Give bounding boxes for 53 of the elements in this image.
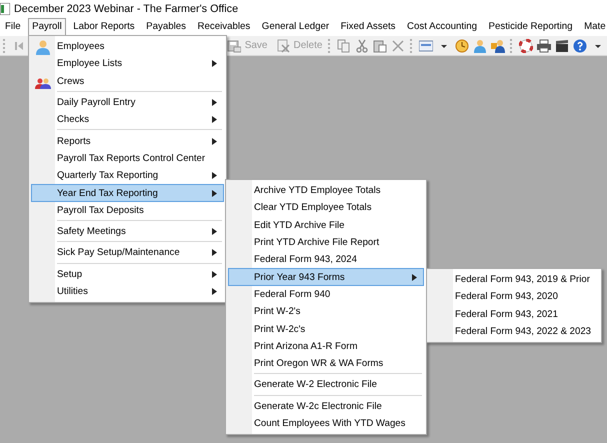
save-icon [226, 38, 241, 52]
menu-item[interactable]: Clear YTD Employee Totals [228, 199, 424, 217]
menu-item[interactable]: Sick Pay Setup/Maintenance [31, 244, 224, 262]
menu-item[interactable]: Print W-2's [228, 303, 424, 320]
menu-item[interactable]: Quarterly Tax Reporting [31, 167, 224, 184]
person-icon [35, 40, 51, 55]
menu-item[interactable]: Federal Form 943, 2024 [228, 251, 424, 268]
menu-item[interactable]: Edit YTD Archive File [228, 216, 424, 234]
menu-bar-item[interactable]: Cost Accounting [403, 18, 482, 36]
menu-item[interactable]: Count Employees With YTD Wages [228, 414, 424, 432]
printer-icon[interactable] [536, 38, 551, 52]
clock-icon[interactable] [455, 38, 470, 52]
menu-item[interactable]: Federal Form 943, 2021 [429, 306, 599, 323]
menu-item[interactable]: Print Oregon WR & WA Forms [228, 354, 424, 372]
menu-item[interactable]: Generate W-2c Electronic File [228, 398, 424, 415]
menu-item[interactable]: Generate W-2 Electronic File [228, 376, 424, 394]
menu-bar-item[interactable]: Pesticide Reporting [484, 18, 577, 36]
clapperboard-icon[interactable] [554, 38, 569, 52]
menu-item[interactable]: Prior Year 943 Forms [228, 268, 424, 286]
menu-item[interactable]: Utilities [31, 282, 224, 300]
menu-item[interactable]: Federal Form 943, 2020 [429, 288, 599, 306]
menu-item[interactable]: Safety Meetings [31, 222, 224, 240]
menu-bar-item[interactable]: Fixed Assets [336, 18, 400, 36]
window-title: December 2023 Webinar - The Farmer's Office [14, 3, 238, 15]
menu-item[interactable]: Checks [31, 111, 224, 128]
menu-item[interactable]: Federal Form 940 [228, 286, 424, 304]
menu-item[interactable]: Print W-2c's [228, 320, 424, 338]
menu-item[interactable]: Daily Payroll Entry [31, 94, 224, 112]
help-icon[interactable] [572, 38, 587, 52]
menu-item[interactable]: Print YTD Archive File Report [228, 234, 424, 252]
menu-bar-item[interactable]: File [1, 18, 25, 36]
menu-item[interactable]: Employee Lists [31, 55, 224, 73]
menu-item[interactable]: Federal Form 943, 2022 & 2023 [429, 322, 599, 340]
menu-item[interactable]: Federal Form 943, 2019 & Prior [429, 271, 599, 288]
cut-icon[interactable] [355, 38, 370, 52]
menu-bar-item[interactable]: Labor Reports [69, 18, 139, 36]
menu-bar-item[interactable]: Payables [142, 18, 190, 36]
paste-icon[interactable] [373, 38, 388, 52]
menu-item[interactable]: Setup [31, 266, 224, 283]
menu-bar-item[interactable]: General Ledger [258, 18, 334, 36]
menu-item[interactable]: Employees [31, 38, 224, 56]
menu-bar-item[interactable]: Payroll [28, 18, 66, 36]
menu-item[interactable]: Payroll Tax Reports Control Center [31, 150, 224, 168]
menu-bar-item[interactable]: Receivables [194, 18, 254, 36]
menu-item[interactable]: Print Arizona A1-R Form [228, 338, 424, 355]
delete-icon [276, 38, 290, 52]
menu-item[interactable]: Reports [31, 132, 224, 150]
menu-item[interactable]: Archive YTD Employee Totals [228, 182, 424, 200]
menu-item[interactable]: Crews [31, 72, 224, 90]
menu-item[interactable]: Year End Tax Reporting [31, 184, 224, 202]
menu-item[interactable]: Payroll Tax Deposits [31, 202, 224, 219]
menu-bar-item[interactable]: Mate [580, 18, 607, 36]
lifebuoy-icon[interactable] [518, 38, 533, 52]
